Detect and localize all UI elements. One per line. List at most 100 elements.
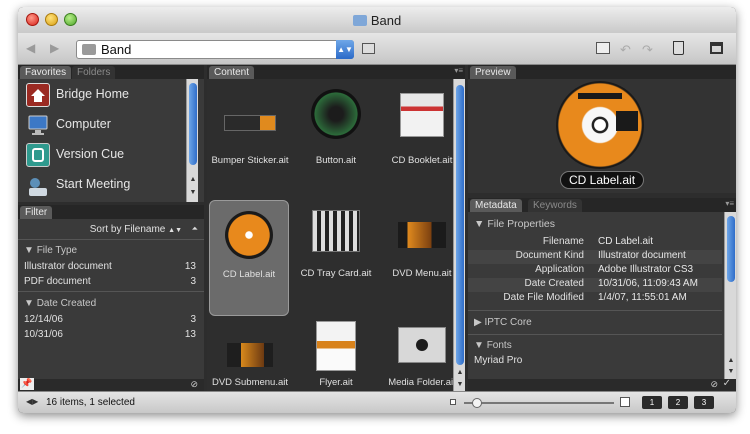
tab-favorites[interactable]: Favorites (20, 66, 72, 79)
back-arrow-icon[interactable]: ◀ (26, 41, 35, 55)
tab-folders[interactable]: Folders (72, 66, 116, 79)
bridge-home-icon (26, 83, 50, 107)
thumbnail-image (312, 210, 360, 252)
version-cue-icon (26, 143, 50, 167)
favorites-scroll-thumb[interactable] (189, 83, 197, 165)
tab-metadata[interactable]: Metadata (470, 199, 522, 212)
favorites-scrollbar[interactable]: ▲ ▼ (186, 79, 198, 202)
filter-item[interactable]: 10/31/06 13 (24, 329, 196, 340)
metadata-panel: Metadata Keywords ▾≡ ▼ File Properties F… (468, 198, 736, 391)
bridge-window: Band ◀ ▶ Band ▲▼ ↶ ↷ Favorites Folders B… (18, 7, 736, 413)
filter-item[interactable]: PDF document 3 (24, 276, 196, 287)
cancel-metadata-icon[interactable]: ⊘ (710, 379, 718, 390)
content-scroll-thumb[interactable] (456, 85, 464, 365)
thumbnail-cd-label[interactable]: CD Label.ait (209, 200, 289, 316)
sort-direction-icon[interactable]: ⏶ (192, 224, 198, 234)
metadata-scroll-thumb[interactable] (727, 216, 735, 282)
content-tab-strip: Content ▾≡ (207, 65, 465, 79)
metadata-row: Application Adobe Illustrator CS3 (535, 264, 694, 275)
tab-filter[interactable]: Filter (20, 206, 53, 219)
filter-panel: Filter Sort by Filename ▲▼ ⏶ ▼ File Type… (18, 205, 204, 391)
favorites-panel: Favorites Folders Bridge Home Computer V… (18, 65, 204, 202)
computer-icon (26, 113, 50, 137)
divider (18, 291, 204, 292)
toggle-panels-icon[interactable]: ◀▶ (26, 397, 38, 406)
tab-preview[interactable]: Preview (470, 66, 516, 79)
metadata-row: Filename CD Label.ait (542, 236, 654, 247)
view-button-1[interactable]: 1 (642, 396, 662, 409)
view-button-3[interactable]: 3 (694, 396, 714, 409)
rotate-left-icon[interactable]: ↶ (620, 42, 631, 58)
status-bar: ◀▶ 16 items, 1 selected 1 2 3 (18, 391, 736, 413)
path-dropdown-arrow-icon[interactable]: ▲▼ (336, 40, 354, 59)
thumbnail-image (398, 327, 446, 363)
preview-tab-strip: Preview (468, 65, 736, 79)
trash-icon[interactable] (673, 41, 684, 55)
file-properties-header[interactable]: ▼ File Properties (468, 218, 736, 230)
pin-icon[interactable]: 📌 (20, 378, 34, 390)
view-button-2[interactable]: 2 (668, 396, 688, 409)
preview-caption: CD Label.ait (560, 171, 645, 189)
file-type-header[interactable]: ▼ File Type (18, 245, 204, 256)
slider-handle[interactable] (472, 398, 482, 408)
scroll-up-icon[interactable]: ▲ (725, 357, 736, 364)
sidebar-item-version-cue[interactable]: Version Cue (26, 143, 186, 167)
font-name: Myriad Pro (474, 355, 523, 366)
panel-menu-icon[interactable]: ▾≡ (454, 66, 463, 75)
window-title: Band (18, 13, 736, 28)
sidebar-item-start-meeting[interactable]: Start Meeting (26, 173, 186, 197)
filter-tab-strip: Filter (18, 205, 204, 219)
forward-arrow-icon[interactable]: ▶ (50, 41, 59, 55)
go-up-folder-icon[interactable] (362, 43, 375, 54)
label-artwork (616, 111, 638, 131)
filter-item[interactable]: Illustrator document 13 (24, 261, 196, 272)
sidebar-item-bridge-home[interactable]: Bridge Home (26, 83, 186, 107)
new-folder-icon[interactable] (596, 42, 610, 54)
start-meeting-icon (26, 173, 50, 197)
thumbnail-image (316, 321, 356, 371)
rotate-right-icon[interactable]: ↷ (642, 42, 653, 58)
sort-dropdown[interactable]: Sort by Filename ▲▼ (90, 224, 182, 235)
small-thumbnail-icon[interactable] (450, 399, 456, 405)
panel-menu-icon[interactable]: ▾≡ (725, 199, 734, 208)
folder-icon (82, 44, 96, 55)
filter-footer: 📌 ⊘ (18, 378, 204, 391)
thumbnail-button[interactable]: Button.ait (295, 83, 377, 191)
metadata-scrollbar[interactable]: ▲ ▼ (724, 212, 736, 379)
scroll-down-icon[interactable]: ▼ (187, 189, 199, 196)
thumbnail-image (311, 89, 361, 139)
apply-metadata-icon[interactable]: ✓ (723, 378, 731, 389)
thumbnail-size-slider[interactable] (464, 398, 614, 408)
thumbnail-image (398, 222, 446, 248)
thumbnail-image (400, 93, 444, 137)
content-panel: Content ▾≡ Bumper Sticker.ait Button.ait… (207, 65, 465, 391)
thumbnail-bumper-sticker[interactable]: Bumper Sticker.ait (209, 83, 291, 191)
content-scrollbar[interactable]: ▲ ▼ (453, 79, 465, 391)
disclosure-triangle-icon: ▼ (474, 340, 484, 351)
large-thumbnail-icon[interactable] (620, 397, 630, 407)
tab-keywords[interactable]: Keywords (528, 199, 582, 212)
clear-filter-icon[interactable]: ⊘ (190, 379, 198, 390)
disclosure-triangle-icon: ▼ (24, 245, 34, 256)
divider (468, 334, 722, 335)
scroll-up-icon[interactable]: ▲ (187, 176, 199, 183)
filter-item[interactable]: 12/14/06 3 (24, 314, 196, 325)
iptc-core-header[interactable]: ▶ IPTC Core (468, 317, 736, 328)
path-dropdown[interactable]: Band ▲▼ (76, 40, 354, 59)
tab-content[interactable]: Content (209, 66, 255, 79)
scroll-down-icon[interactable]: ▼ (454, 381, 466, 388)
preview-image (556, 81, 644, 169)
disclosure-triangle-icon: ▼ (24, 298, 34, 309)
thumbnail-cd-booklet[interactable]: CD Booklet.ait (381, 83, 463, 191)
thumbnail-cd-tray-card[interactable]: CD Tray Card.ait (295, 200, 377, 308)
scroll-down-icon[interactable]: ▼ (725, 368, 736, 375)
title-bar: Band (18, 7, 736, 33)
scroll-up-icon[interactable]: ▲ (454, 369, 466, 376)
preview-panel: Preview CD Label.ait (468, 65, 736, 193)
fonts-header[interactable]: ▼ Fonts (468, 340, 736, 351)
compact-mode-icon[interactable] (710, 42, 723, 54)
thumbnail-dvd-menu[interactable]: DVD Menu.ait (381, 200, 463, 308)
date-created-header[interactable]: ▼ Date Created (18, 298, 204, 309)
metadata-footer: ⊘ ✓ (468, 378, 736, 391)
sidebar-item-computer[interactable]: Computer (26, 113, 186, 137)
